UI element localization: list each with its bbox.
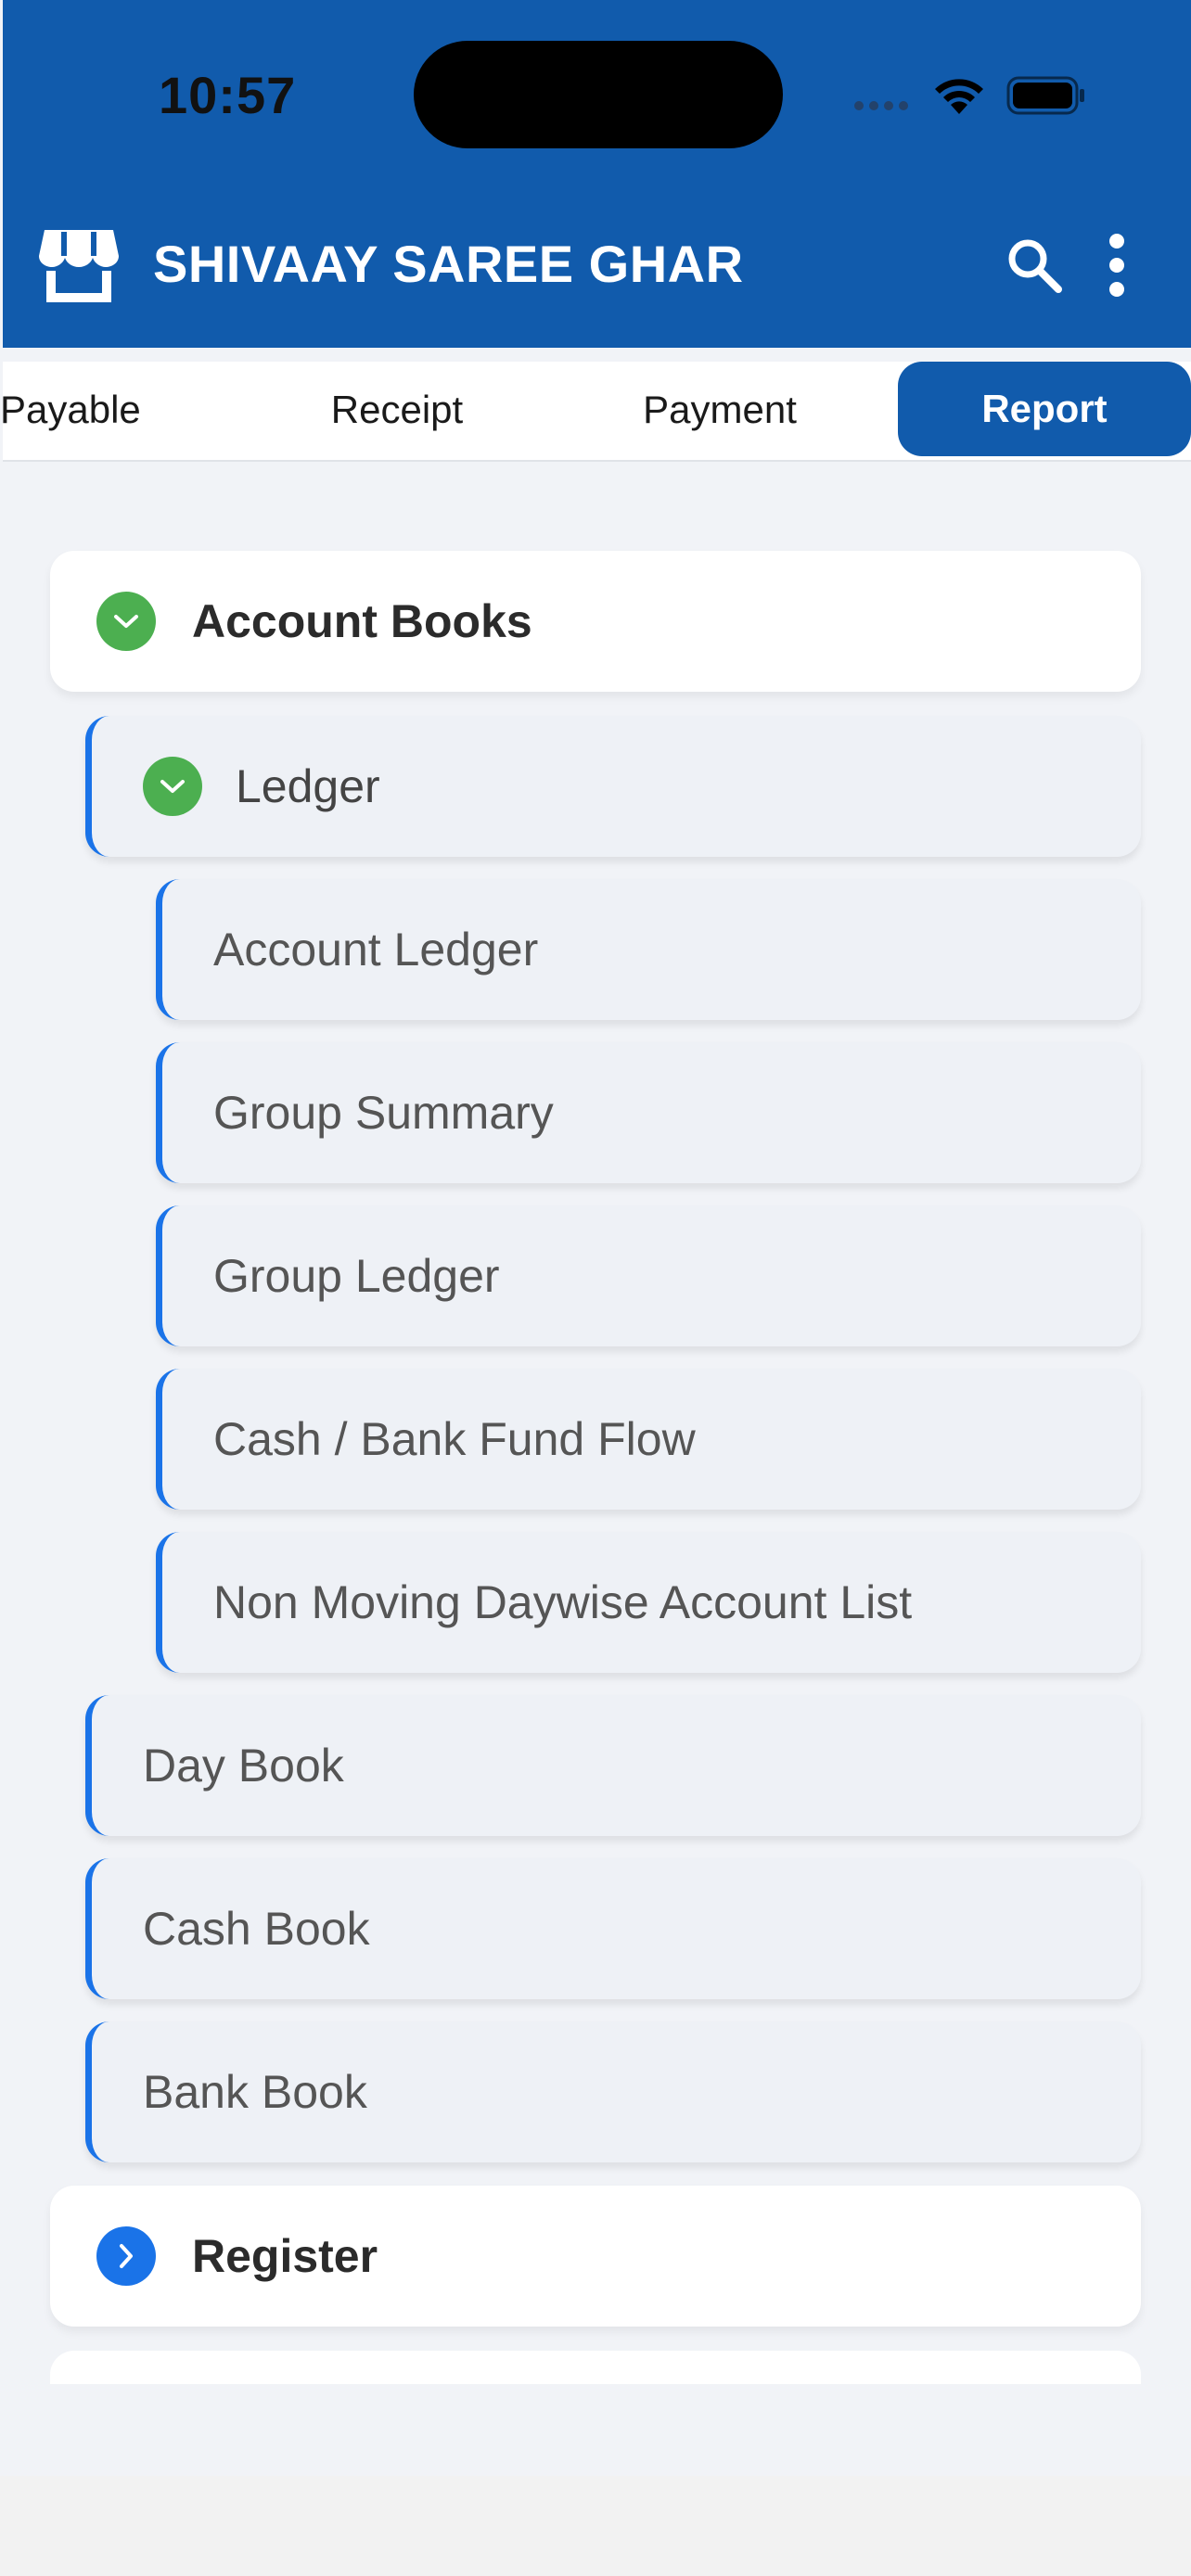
chevron-down-icon	[143, 757, 202, 816]
menu-ledger[interactable]: Ledger	[85, 716, 1141, 857]
app-title: SHIVAAY SAREE GHAR	[153, 235, 744, 293]
app-header: 10:57 SHIVAAY SAREE GHAR	[3, 0, 1191, 348]
menu-label: Cash / Bank Fund Flow	[213, 1413, 696, 1465]
menu-cash-bank-fund-flow[interactable]: Cash / Bank Fund Flow	[156, 1369, 1141, 1510]
menu-next-item-partial	[50, 2351, 1141, 2384]
menu-label: Day Book	[143, 1740, 344, 1792]
more-vertical-icon[interactable]	[1103, 232, 1131, 299]
menu-group-summary[interactable]: Group Summary	[156, 1042, 1141, 1183]
chevron-right-icon	[96, 2226, 156, 2286]
tab-bar: Payable Receipt Payment Report	[0, 362, 1191, 462]
battery-icon	[1006, 76, 1084, 115]
menu-label: Cash Book	[143, 1903, 370, 1955]
menu-cash-book[interactable]: Cash Book	[85, 1858, 1141, 1999]
menu-day-book[interactable]: Day Book	[85, 1695, 1141, 1836]
menu-label: Register	[192, 2230, 378, 2282]
menu-label: Account Books	[192, 595, 532, 647]
tab-payable[interactable]: Payable	[0, 362, 158, 458]
menu-label: Group Summary	[213, 1087, 554, 1139]
search-icon[interactable]	[1005, 236, 1064, 295]
menu-label: Non Moving Daywise Account List	[213, 1576, 913, 1628]
tab-report[interactable]: Report	[898, 362, 1191, 456]
signal-icon	[854, 101, 908, 110]
tab-payment[interactable]: Payment	[562, 362, 877, 458]
menu-label: Bank Book	[143, 2066, 367, 2118]
app-toolbar: SHIVAAY SAREE GHAR	[3, 213, 1191, 315]
menu-group-ledger[interactable]: Group Ledger	[156, 1205, 1141, 1346]
tab-receipt[interactable]: Receipt	[239, 362, 555, 458]
store-icon	[39, 230, 119, 302]
menu-label: Ledger	[236, 760, 380, 812]
menu-non-moving-daywise-account-list[interactable]: Non Moving Daywise Account List	[156, 1532, 1141, 1673]
menu-register[interactable]: Register	[50, 2186, 1141, 2327]
dynamic-island	[414, 41, 783, 148]
wifi-icon	[935, 79, 983, 114]
app-screen: 10:57 SHIVAAY SAREE GHAR Payable Receipt…	[0, 0, 1191, 2476]
status-time: 10:57	[159, 66, 297, 124]
chevron-down-icon	[96, 592, 156, 651]
menu-label: Group Ledger	[213, 1250, 500, 1302]
menu-bank-book[interactable]: Bank Book	[85, 2021, 1141, 2162]
menu-account-ledger[interactable]: Account Ledger	[156, 879, 1141, 1020]
menu-label: Account Ledger	[213, 924, 539, 976]
menu-account-books[interactable]: Account Books	[50, 551, 1141, 692]
